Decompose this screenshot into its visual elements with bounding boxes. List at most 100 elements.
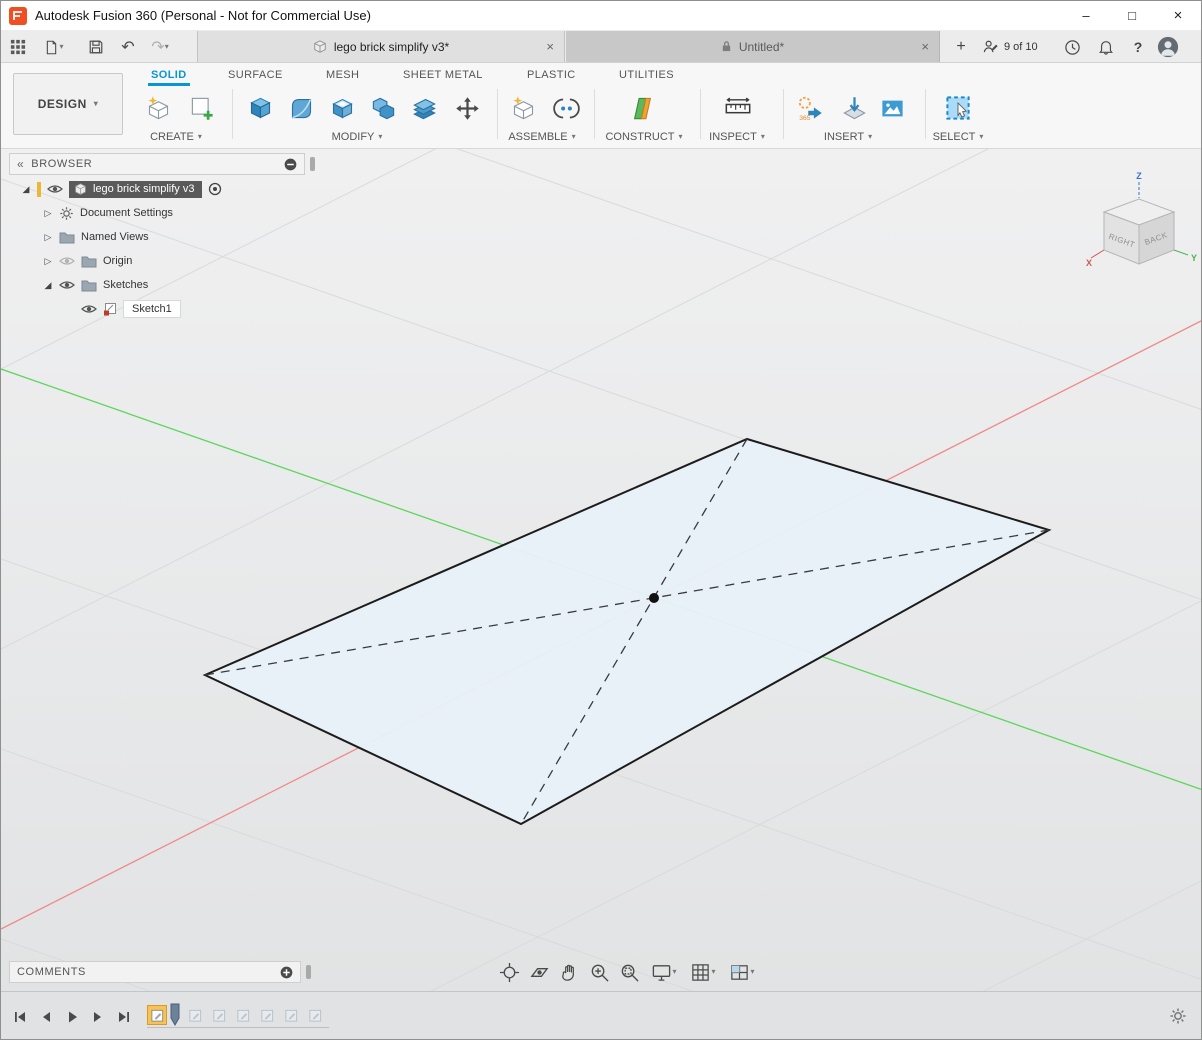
timeline-feature-rolled[interactable] <box>233 1005 253 1025</box>
group-label-select[interactable]: SELECT▾ <box>913 129 1003 145</box>
timeline-feature-rolled[interactable] <box>257 1005 277 1025</box>
select-button[interactable] <box>939 89 977 127</box>
move-button[interactable] <box>448 89 486 127</box>
look-at-button[interactable] <box>528 961 551 984</box>
tab-sheet-metal[interactable]: SHEET METAL <box>403 69 483 81</box>
panel-drag-handle[interactable] <box>306 965 311 979</box>
orbit-button[interactable] <box>498 961 521 984</box>
tree-row-document-settings[interactable]: ▷ Document Settings <box>9 201 305 225</box>
doc-tab-untitled[interactable]: Untitled* × <box>566 31 940 62</box>
sketch-origin-point[interactable] <box>649 593 659 603</box>
active-document-bar <box>37 182 41 197</box>
group-label-construct[interactable]: CONSTRUCT▾ <box>599 129 689 145</box>
timeline-step-forward-button[interactable] <box>89 1008 107 1026</box>
tree-expanded-icon[interactable]: ◢ <box>21 184 31 195</box>
timeline-feature-rolled[interactable] <box>305 1005 325 1025</box>
minimize-button[interactable]: – <box>1063 1 1109 30</box>
group-label-assemble[interactable]: ASSEMBLE▾ <box>497 129 587 145</box>
insert-mesh-button[interactable] <box>835 89 873 127</box>
viewports-button[interactable]: ▾ <box>726 961 758 984</box>
doc-tab-current[interactable]: lego brick simplify v3* × <box>197 31 565 62</box>
file-menu-button[interactable]: ▾ <box>39 36 69 58</box>
tab-close-icon[interactable]: × <box>921 39 929 54</box>
view-cube[interactable]: Z RIGHT BACK X Y <box>1079 169 1201 281</box>
comments-header[interactable]: COMMENTS <box>9 961 301 983</box>
insert-badge-text: 365 <box>799 114 811 121</box>
timeline-feature-rolled[interactable] <box>209 1005 229 1025</box>
group-label-insert[interactable]: INSERT▾ <box>803 129 893 145</box>
joint-button[interactable] <box>547 89 585 127</box>
timeline-feature-rolled[interactable] <box>281 1005 301 1025</box>
visibility-eye-icon[interactable] <box>59 279 75 291</box>
tree-row-origin[interactable]: ▷ Origin <box>9 249 305 273</box>
maximize-button[interactable]: □ <box>1109 1 1155 30</box>
close-button[interactable]: × <box>1155 1 1201 30</box>
shell-button[interactable] <box>323 89 361 127</box>
timeline-feature-sketch-current[interactable] <box>147 1005 167 1025</box>
visibility-off-eye-icon[interactable] <box>59 255 75 267</box>
tree-collapsed-icon[interactable]: ▷ <box>43 256 53 267</box>
tree-expanded-icon[interactable]: ◢ <box>43 280 53 291</box>
visibility-eye-icon[interactable] <box>81 303 97 315</box>
measure-button[interactable] <box>719 89 757 127</box>
undo-button[interactable]: ↶ <box>117 36 139 58</box>
job-status[interactable]: 9 of 10 <box>983 31 1038 62</box>
tab-surface[interactable]: SURFACE <box>228 69 283 81</box>
new-document-tab-button[interactable]: + <box>947 31 975 62</box>
account-avatar[interactable] <box>1157 36 1179 58</box>
notifications-button[interactable] <box>1095 36 1117 58</box>
timeline-step-back-button[interactable] <box>37 1008 55 1026</box>
timeline-playhead[interactable] <box>170 1003 180 1027</box>
fit-button[interactable] <box>618 961 641 984</box>
model-viewport[interactable]: Z RIGHT BACK X Y « BROWSER ◢ <box>1 149 1202 991</box>
browser-header[interactable]: « BROWSER <box>9 153 305 175</box>
minimize-panel-icon[interactable] <box>284 158 297 171</box>
group-label-create[interactable]: CREATE▾ <box>131 129 221 145</box>
timeline-skip-start-button[interactable] <box>11 1008 29 1026</box>
fillet-button[interactable] <box>282 89 320 127</box>
timeline-skip-end-button[interactable] <box>115 1008 133 1026</box>
help-button[interactable]: ? <box>1127 36 1149 58</box>
assemble-new-component-button[interactable] <box>504 89 542 127</box>
timeline-settings-button[interactable] <box>1169 1007 1187 1030</box>
tree-row-named-views[interactable]: ▷ Named Views <box>9 225 305 249</box>
tree-row-root[interactable]: ◢ lego brick simplify v3 <box>9 177 305 201</box>
tree-row-sketches[interactable]: ◢ Sketches <box>9 273 305 297</box>
timeline-feature-rolled[interactable] <box>185 1005 205 1025</box>
root-document-item[interactable]: lego brick simplify v3 <box>69 181 202 198</box>
create-sketch-button[interactable] <box>183 89 221 127</box>
save-button[interactable] <box>85 36 107 58</box>
tree-row-sketch1[interactable]: Sketch1 <box>9 297 305 321</box>
tree-collapsed-icon[interactable]: ▷ <box>43 208 53 219</box>
visibility-eye-icon[interactable] <box>47 183 63 195</box>
timeline-play-button[interactable] <box>63 1008 81 1026</box>
tab-mesh[interactable]: MESH <box>326 69 359 81</box>
app-grid-button[interactable] <box>7 36 29 58</box>
redo-button[interactable]: ↷ ▾ <box>145 36 175 58</box>
tree-collapsed-icon[interactable]: ▷ <box>43 232 53 243</box>
canvas-button[interactable] <box>873 89 911 127</box>
zoom-button[interactable] <box>588 961 611 984</box>
extrude-button[interactable] <box>241 89 279 127</box>
new-component-button[interactable] <box>139 89 177 127</box>
collapse-panel-icon[interactable]: « <box>17 157 24 171</box>
group-label-inspect[interactable]: INSPECT▾ <box>692 129 782 145</box>
tab-solid[interactable]: SOLID <box>151 69 187 81</box>
group-label-modify[interactable]: MODIFY▾ <box>312 129 402 145</box>
display-settings-button[interactable]: ▾ <box>648 961 680 984</box>
activate-component-radio[interactable] <box>208 182 222 196</box>
tab-utilities[interactable]: UTILITIES <box>619 69 674 81</box>
workspace-selector[interactable]: DESIGN ▾ <box>13 73 123 135</box>
offset-face-button[interactable] <box>405 89 443 127</box>
tab-close-icon[interactable]: × <box>546 39 554 54</box>
panel-drag-handle[interactable] <box>310 157 315 171</box>
pan-button[interactable] <box>558 961 581 984</box>
history-button[interactable] <box>1061 36 1083 58</box>
sketch-plane[interactable] <box>205 439 1049 824</box>
tab-plastic[interactable]: PLASTIC <box>527 69 576 81</box>
insert-derive-button[interactable]: 365 <box>791 89 829 127</box>
grid-snap-button[interactable]: ▾ <box>687 961 719 984</box>
construct-plane-button[interactable] <box>623 89 661 127</box>
add-comment-icon[interactable] <box>280 966 293 979</box>
combine-button[interactable] <box>364 89 402 127</box>
